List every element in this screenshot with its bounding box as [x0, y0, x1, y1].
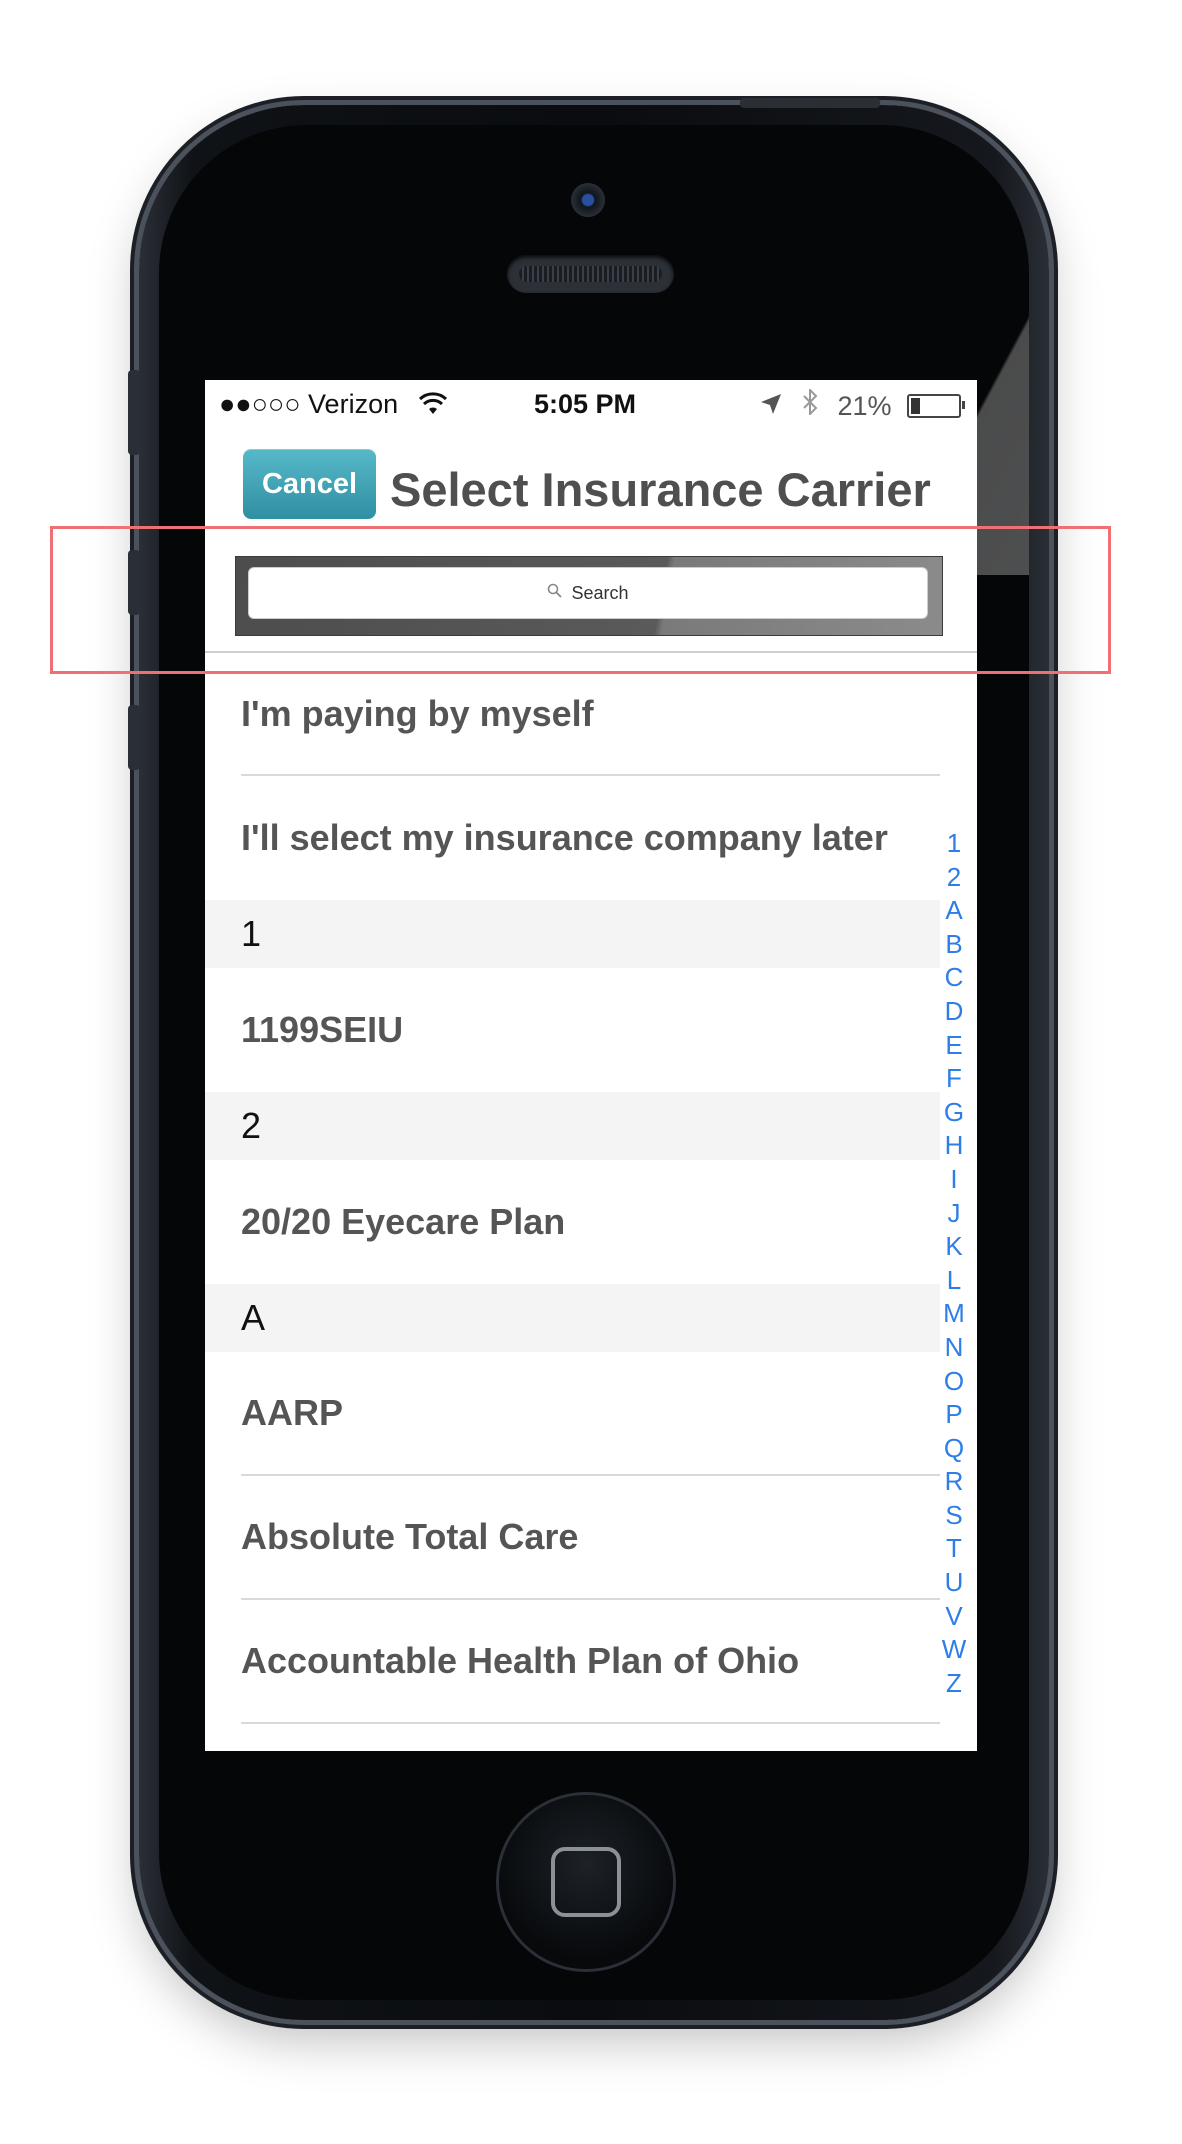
index-letter[interactable]: M [939, 1297, 969, 1331]
status-time: 5:05 PM [534, 389, 637, 419]
index-letter[interactable]: G [939, 1096, 969, 1130]
status-bar: ●●○○○ Verizon 5:05 PM 21% [205, 380, 977, 425]
index-letter[interactable]: O [939, 1365, 969, 1399]
index-letter[interactable]: D [939, 995, 969, 1029]
section-header: 2 [205, 1092, 940, 1160]
index-letter[interactable]: I [939, 1163, 969, 1197]
status-right: 21% [760, 387, 965, 422]
cancel-button[interactable]: Cancel [243, 449, 376, 519]
index-letter[interactable]: F [939, 1062, 969, 1096]
index-letter[interactable]: J [939, 1197, 969, 1231]
index-letter[interactable]: T [939, 1532, 969, 1566]
list-item[interactable]: I'll select my insurance company later [241, 776, 940, 900]
index-letter[interactable]: W [939, 1633, 969, 1667]
location-arrow-icon [760, 391, 782, 422]
index-letter[interactable]: 2 [939, 861, 969, 895]
list-item[interactable]: Absolute Total Care [241, 1476, 940, 1600]
list-item[interactable]: Accountable Health Plan of Ohio [241, 1600, 940, 1724]
index-letter[interactable]: U [939, 1566, 969, 1600]
index-letter[interactable]: C [939, 961, 969, 995]
list-item-label: AARP [241, 1392, 344, 1433]
index-letter[interactable]: N [939, 1331, 969, 1365]
list-item-label: I'm paying by myself [241, 692, 594, 734]
home-button[interactable] [499, 1795, 673, 1969]
list-item-label: Absolute Total Care [241, 1516, 579, 1557]
index-letter[interactable]: Q [939, 1432, 969, 1466]
wifi-icon [418, 392, 448, 423]
index-letter[interactable]: 1 [939, 827, 969, 861]
index-letter[interactable]: S [939, 1499, 969, 1533]
index-letter[interactable]: K [939, 1230, 969, 1264]
section-index[interactable]: 12ABCDEFGHIJKLMNOPQRSTUVWZ [939, 827, 969, 1700]
index-letter[interactable]: Z [939, 1667, 969, 1701]
section-header: A [205, 1284, 940, 1352]
volume-down-button [128, 705, 140, 770]
mute-switch [128, 370, 140, 455]
camera-icon [571, 183, 605, 217]
list-item-label: I'll select my insurance company later [241, 817, 888, 858]
list-item-label: Accountable Health Plan of Ohio [241, 1640, 800, 1681]
index-letter[interactable]: L [939, 1264, 969, 1298]
list-item-label: 1199SEIU [241, 1009, 404, 1050]
index-letter[interactable]: H [939, 1129, 969, 1163]
index-letter[interactable]: B [939, 928, 969, 962]
index-letter[interactable]: A [939, 894, 969, 928]
carrier-list: I'm paying by myself I'll select my insu… [205, 653, 940, 1724]
list-item-label: 20/20 Eyecare Plan [241, 1201, 566, 1242]
sleep-button [740, 98, 880, 108]
section-header: 1 [205, 900, 940, 968]
carrier-label: ●●○○○ Verizon [219, 389, 399, 419]
page-title: Select Insurance Carrier [390, 463, 931, 516]
nav-bar: Cancel Select Insurance Carrier [205, 425, 977, 519]
index-letter[interactable]: R [939, 1465, 969, 1499]
battery-percent: 21% [837, 391, 892, 421]
search-highlight-box [50, 526, 1111, 674]
index-letter[interactable]: P [939, 1398, 969, 1432]
list-item[interactable]: 1199SEIU [241, 968, 940, 1092]
battery-fill [911, 398, 921, 414]
index-letter[interactable]: E [939, 1029, 969, 1063]
battery-icon [907, 394, 965, 418]
home-square-icon [551, 1847, 621, 1917]
status-left: ●●○○○ Verizon [219, 389, 448, 423]
bluetooth-icon [802, 387, 818, 422]
index-letter[interactable]: V [939, 1600, 969, 1634]
list-item[interactable]: AARP [241, 1352, 940, 1476]
list-item[interactable]: 20/20 Eyecare Plan [241, 1160, 940, 1284]
speaker-grille [507, 255, 674, 293]
